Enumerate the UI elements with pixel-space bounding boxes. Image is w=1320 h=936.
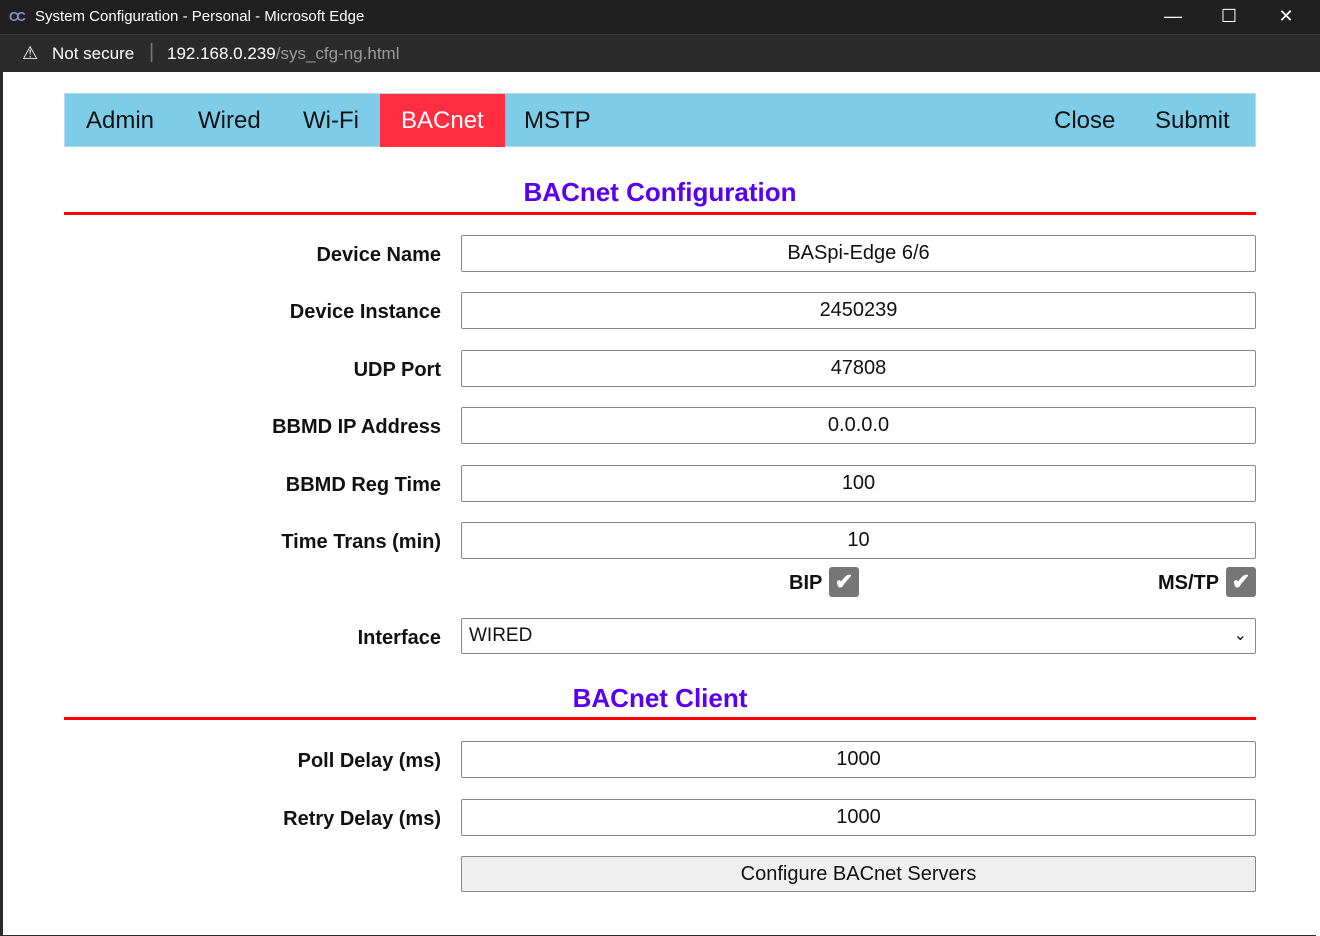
tab-wired[interactable]: Wired xyxy=(177,94,282,147)
poll-delay-input[interactable]: 1000 xyxy=(461,741,1256,778)
poll-delay-label: Poll Delay (ms) xyxy=(297,750,441,772)
time-trans-label: Time Trans (min) xyxy=(281,531,441,553)
interface-value: WIRED xyxy=(469,625,533,646)
maximize-button[interactable]: ☐ xyxy=(1209,4,1249,28)
submit-button[interactable]: Submit xyxy=(1134,94,1251,147)
bip-label: BIP xyxy=(789,572,823,594)
tab-mstp[interactable]: MSTP xyxy=(503,94,612,147)
client-title: BACnet Client xyxy=(572,683,748,713)
tab-wifi[interactable]: Wi-Fi xyxy=(282,94,380,147)
app-logo-icon: CC xyxy=(9,9,26,24)
mstp-label: MS/TP xyxy=(1158,572,1220,594)
bbmd-ip-label: BBMD IP Address xyxy=(272,416,441,438)
tab-bacnet[interactable]: BACnet xyxy=(380,94,505,147)
close-button[interactable]: Close xyxy=(1033,94,1136,147)
url-host: 192.168.0.239 xyxy=(167,44,276,63)
time-trans-input[interactable]: 10 xyxy=(461,522,1256,559)
address-bar[interactable]: ⚠ Not secure | 192.168.0.239/sys_cfg-ng.… xyxy=(0,34,1320,72)
page-content: Admin Wired Wi-Fi BACnet MSTP Close Subm… xyxy=(3,72,1316,935)
udp-port-label: UDP Port xyxy=(353,359,441,381)
mstp-checkbox[interactable]: ✔ xyxy=(1226,567,1256,597)
udp-port-input[interactable]: 47808 xyxy=(461,350,1256,387)
bbmd-reg-time-input[interactable]: 100 xyxy=(461,465,1256,502)
bbmd-ip-input[interactable]: 0.0.0.0 xyxy=(461,407,1256,444)
check-icon: ✔ xyxy=(1231,569,1251,594)
url-path: /sys_cfg-ng.html xyxy=(275,44,400,63)
nav-bar: Admin Wired Wi-Fi BACnet MSTP Close Subm… xyxy=(64,93,1256,147)
security-status[interactable]: Not secure xyxy=(52,44,134,64)
close-window-button[interactable]: ✕ xyxy=(1266,4,1306,28)
configure-servers-button[interactable]: Configure BACnet Servers xyxy=(461,856,1256,892)
url[interactable]: 192.168.0.239/sys_cfg-ng.html xyxy=(167,44,399,64)
device-name-label: Device Name xyxy=(316,244,441,266)
device-instance-input[interactable]: 2450239 xyxy=(461,292,1256,329)
window-title: System Configuration - Personal - Micros… xyxy=(35,8,365,25)
device-instance-label: Device Instance xyxy=(289,301,441,323)
device-name-input[interactable]: BASpi-Edge 6/6 xyxy=(461,235,1256,272)
title-bar: CC System Configuration - Personal - Mic… xyxy=(0,0,1320,34)
bbmd-reg-time-label: BBMD Reg Time xyxy=(285,474,441,496)
divider xyxy=(64,717,1256,720)
check-icon: ✔ xyxy=(834,569,854,594)
tab-admin[interactable]: Admin xyxy=(65,94,175,147)
minimize-button[interactable]: — xyxy=(1153,4,1193,28)
background-page xyxy=(1316,72,1320,936)
config-title: BACnet Configuration xyxy=(523,177,797,207)
chevron-down-icon: ⌄ xyxy=(1233,627,1247,644)
retry-delay-label: Retry Delay (ms) xyxy=(283,808,441,830)
divider: | xyxy=(149,41,155,63)
divider xyxy=(64,212,1256,215)
warning-icon: ⚠ xyxy=(22,43,39,63)
retry-delay-input[interactable]: 1000 xyxy=(461,799,1256,836)
interface-select[interactable]: WIRED ⌄ xyxy=(461,618,1256,654)
bip-checkbox[interactable]: ✔ xyxy=(829,567,859,597)
interface-label: Interface xyxy=(357,627,441,649)
